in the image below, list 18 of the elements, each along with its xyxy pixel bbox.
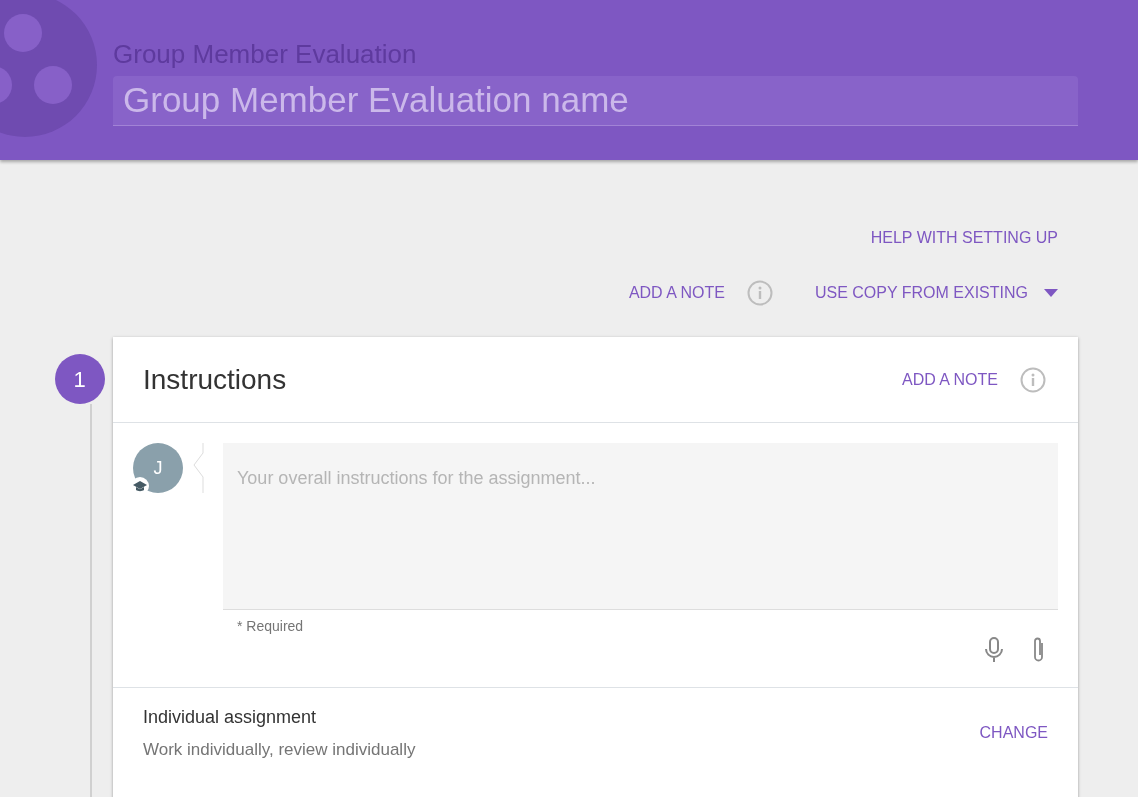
paperclip-icon[interactable]	[1032, 636, 1046, 664]
required-hint: * Required	[236, 617, 305, 636]
name-input-field[interactable]: Group Member Evaluation name	[113, 76, 1078, 126]
microphone-icon[interactable]	[984, 637, 1004, 663]
info-icon[interactable]	[1020, 366, 1046, 393]
card-title: Instructions	[143, 362, 287, 397]
assignment-description: Work individually, review individually	[143, 738, 416, 761]
instructions-field[interactable]: Your overall instructions for the assignment...	[223, 443, 1058, 610]
caret-icon	[1044, 289, 1058, 297]
add-note-link[interactable]: ADD A NOTE	[901, 367, 998, 392]
graduation-cap-icon	[131, 477, 149, 495]
change-link[interactable]: CHANGE	[979, 721, 1048, 745]
avatar-initial: J	[153, 456, 163, 480]
use-copy-dropdown[interactable]: USE COPY FROM EXISTING	[814, 281, 1058, 305]
help-link[interactable]: HELP WITH SETTING UP	[870, 226, 1058, 250]
assignment-title: Individual assignment	[143, 705, 318, 729]
add-note-link[interactable]: ADD A NOTE	[628, 281, 725, 305]
step-number: 1	[54, 354, 105, 404]
